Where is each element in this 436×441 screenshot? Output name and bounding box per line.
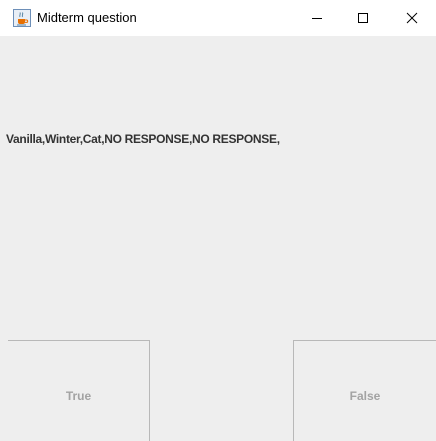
minimize-button[interactable] (294, 0, 340, 36)
maximize-button[interactable] (340, 0, 386, 36)
content-panel: Vanilla,Winter,Cat,NO RESPONSE,NO RESPON… (0, 36, 436, 441)
java-cup-icon (13, 9, 31, 27)
question-message: Vanilla,Winter,Cat,NO RESPONSE,NO RESPON… (6, 132, 280, 146)
app-window: Midterm question Vanilla,Winter,Cat,NO R… (0, 0, 436, 441)
close-button[interactable] (389, 0, 435, 36)
title-bar[interactable]: Midterm question (0, 0, 436, 36)
maximize-icon (358, 13, 368, 23)
true-button[interactable]: True (8, 340, 150, 441)
close-icon (406, 12, 418, 24)
window-title: Midterm question (37, 10, 137, 25)
false-button[interactable]: False (293, 340, 436, 441)
minimize-icon (312, 18, 322, 19)
